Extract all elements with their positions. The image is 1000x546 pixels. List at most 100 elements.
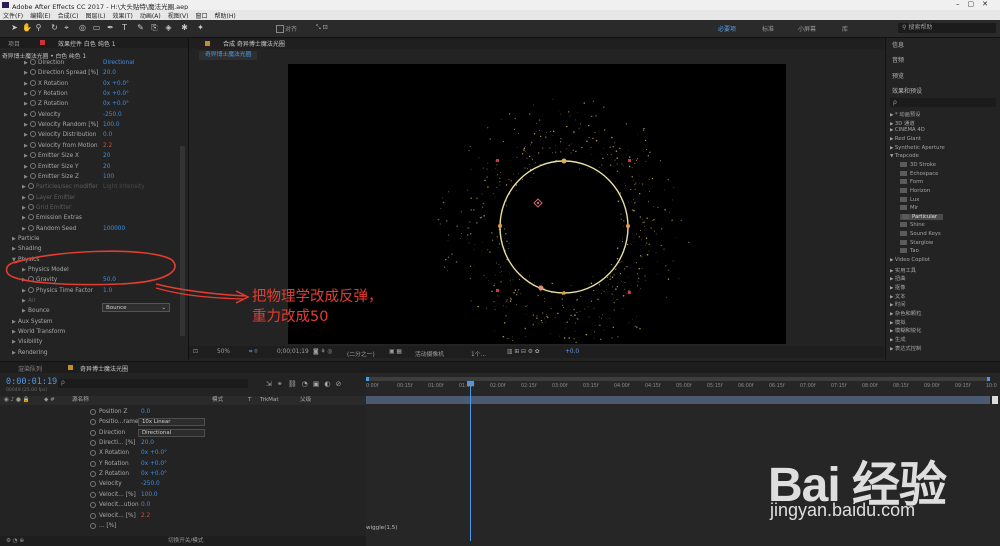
- effects-search-input[interactable]: ρ: [890, 98, 996, 107]
- timeline-scrollbar[interactable]: [992, 396, 998, 404]
- effect-category[interactable]: ▼ Trapcode: [890, 153, 919, 159]
- timeline-property-value[interactable]: 0.0: [141, 407, 150, 417]
- timeline-property-value[interactable]: -250.0: [141, 479, 160, 489]
- col-mode[interactable]: 模式: [212, 396, 223, 405]
- selection-tool-icon[interactable]: ➤: [10, 23, 19, 33]
- timeline-property-value[interactable]: 2.2: [141, 511, 150, 521]
- brush-tool-icon[interactable]: ✎: [136, 23, 145, 33]
- type-tool-icon[interactable]: T: [120, 23, 129, 33]
- zoom-level[interactable]: 50%: [217, 349, 230, 355]
- timeline-timecode[interactable]: 0:00:01:19: [6, 377, 57, 387]
- col-source-name[interactable]: 源名称: [72, 396, 89, 405]
- timeline-property-row[interactable]: Z Rotation 0x +0.0°: [0, 469, 366, 479]
- timeline-property-row[interactable]: ... [%]: [0, 521, 366, 531]
- window-controls[interactable]: –▢✕: [956, 0, 996, 8]
- playhead[interactable]: [470, 381, 471, 541]
- effect-item[interactable]: Form: [900, 179, 923, 185]
- layer-handle[interactable]: [628, 291, 631, 294]
- effect-category[interactable]: ▶ Video Copilot: [890, 257, 930, 263]
- stopwatch-icon[interactable]: [90, 512, 96, 519]
- pan-behind-tool-icon[interactable]: ◎: [78, 23, 87, 33]
- timeline-property-row[interactable]: Velocit... [%] 2.2: [0, 511, 366, 521]
- effect-category[interactable]: ▶ 杂色和颗粒: [890, 309, 921, 317]
- workspace-essentials[interactable]: 必要项: [718, 24, 736, 33]
- pen-tool-icon[interactable]: ✒: [106, 23, 115, 33]
- effect-item[interactable]: Mir: [900, 205, 918, 211]
- work-area-end[interactable]: [987, 377, 990, 381]
- timeline-property-value[interactable]: 0x +0.0°: [141, 469, 167, 479]
- effect-item[interactable]: Shine: [900, 222, 925, 228]
- layer-handle[interactable]: [496, 289, 499, 292]
- effect-category[interactable]: ▶ 时间: [890, 300, 906, 308]
- expression-text[interactable]: wiggle(1,5): [366, 525, 398, 531]
- camera-tool-icon[interactable]: ⌖: [62, 23, 71, 33]
- stopwatch-icon[interactable]: [90, 450, 96, 457]
- stopwatch-icon[interactable]: [90, 522, 96, 529]
- snap-checkbox[interactable]: [276, 25, 284, 33]
- comp-sub-tab[interactable]: 奇异博士魔法光圈: [199, 51, 258, 60]
- hand-tool-icon[interactable]: ✋: [22, 23, 32, 33]
- col-t[interactable]: T: [248, 396, 251, 405]
- zoom-tool-icon[interactable]: ⚲: [34, 23, 43, 33]
- timeline-property-row[interactable]: Velocit... [%] 100.0: [0, 490, 366, 500]
- layer-duration-bar[interactable]: [366, 396, 990, 404]
- timeline-property-value[interactable]: 100.0: [141, 490, 158, 500]
- magnify-icon[interactable]: ⊡: [193, 349, 198, 355]
- work-area-start[interactable]: [366, 377, 369, 381]
- layer-handle[interactable]: [496, 159, 499, 162]
- clone-stamp-tool-icon[interactable]: ⎘: [150, 23, 159, 33]
- timeline-property-row[interactable]: Direction Directional: [0, 428, 366, 438]
- effect-category[interactable]: ▶ Red Giant: [890, 136, 921, 142]
- rotate-tool-icon[interactable]: ↻: [50, 23, 59, 33]
- stopwatch-icon[interactable]: [90, 409, 96, 415]
- tab-render-queue[interactable]: 渲染队列: [18, 364, 42, 373]
- menu-file[interactable]: 文件(F): [0, 10, 27, 20]
- effect-item[interactable]: 3D Stroke: [900, 161, 936, 168]
- snap-options-icon[interactable]: ⤡ ⊡: [316, 24, 328, 32]
- stopwatch-icon[interactable]: [90, 502, 96, 509]
- workspace-small-screen[interactable]: 小屏幕: [798, 24, 816, 33]
- effect-category[interactable]: ▶ 表达式控制: [890, 344, 921, 352]
- snapshot-icon[interactable]: ◙ ⚘ ◎: [313, 349, 333, 355]
- view-toggles-icon[interactable]: ▥ ⊞ ⊟ ⚙ ✿: [507, 349, 540, 355]
- effect-item[interactable]: Echospace: [900, 170, 938, 177]
- timeline-property-row[interactable]: Velocity -250.0: [0, 479, 366, 489]
- puppet-tool-icon[interactable]: ✦: [196, 23, 205, 33]
- workspace-library[interactable]: 库: [842, 24, 848, 33]
- effect-item[interactable]: Tao: [900, 248, 919, 254]
- menu-view[interactable]: 视图(V): [165, 10, 193, 20]
- camera-select[interactable]: 活动摄像机: [415, 349, 444, 358]
- timeline-switches-icons[interactable]: ⇲⚭⛓◔▣◐⊘: [266, 380, 346, 388]
- menu-window[interactable]: 窗口: [192, 10, 211, 20]
- timeline-property-value[interactable]: 0x +0.0°: [141, 448, 167, 458]
- timeline-property-row[interactable]: Positio...rame 10x Linear: [0, 417, 366, 427]
- effect-category[interactable]: ▶ 实用工具: [890, 266, 916, 274]
- effect-item[interactable]: Particular: [900, 213, 944, 220]
- anchor-point-icon[interactable]: [533, 198, 543, 208]
- av-switches-icon[interactable]: ◉ ♪ ● 🔒: [4, 396, 30, 405]
- col-parent[interactable]: 父级: [300, 396, 311, 405]
- menu-help[interactable]: 帮助(H): [212, 10, 240, 20]
- col-trkmat[interactable]: TrkMat: [260, 396, 279, 405]
- timeline-property-dropdown[interactable]: Directional: [138, 428, 205, 437]
- grid-icon[interactable]: ⌗ ⌾: [249, 349, 258, 356]
- timeline-property-row[interactable]: Directi... [%] 20.0: [0, 438, 366, 448]
- stopwatch-icon[interactable]: [90, 460, 96, 467]
- panel-audio[interactable]: 音频: [892, 55, 904, 64]
- resolution-select[interactable]: (二分之一): [347, 349, 375, 358]
- work-area-bar[interactable]: [366, 377, 990, 381]
- effect-category[interactable]: ▶ 模拟: [890, 318, 906, 326]
- menu-edit[interactable]: 编辑(E): [27, 10, 54, 20]
- effect-category[interactable]: ▶ 抠像: [890, 283, 906, 291]
- stopwatch-icon[interactable]: [90, 419, 96, 426]
- timeline-property-row[interactable]: Velocit...ution 0.0: [0, 500, 366, 510]
- timeline-property-value[interactable]: 0.0: [141, 500, 150, 510]
- rectangle-tool-icon[interactable]: ▭: [92, 23, 101, 33]
- effect-category[interactable]: ▶ 3D 通道: [890, 119, 915, 127]
- tab-timeline-comp[interactable]: 奇异博士魔法光圈: [80, 364, 128, 373]
- tab-composition[interactable]: 合成 奇异博士魔法光圈: [223, 39, 285, 48]
- menu-layer[interactable]: 图层(L): [83, 10, 110, 20]
- effect-item[interactable]: Starglow: [900, 239, 933, 246]
- stopwatch-icon[interactable]: [90, 481, 96, 488]
- roto-brush-tool-icon[interactable]: ✱: [180, 23, 189, 33]
